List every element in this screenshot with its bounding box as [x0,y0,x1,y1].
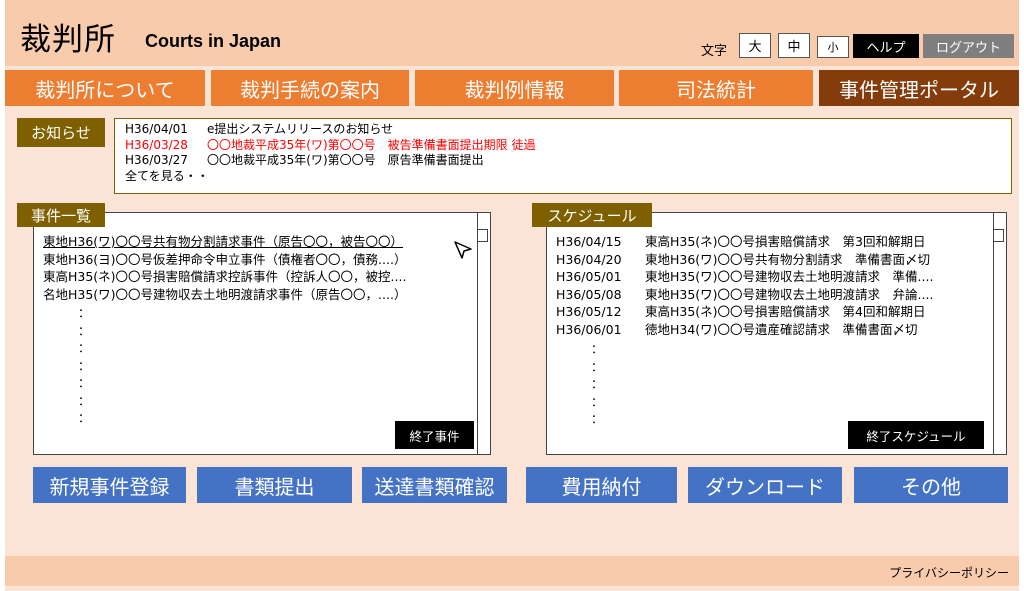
schedule-date: H36/06/01 [556,321,622,337]
schedule-item[interactable]: H36/06/01 徳地H34(ワ)〇〇号遺産確認請求 準備書面〆切 [556,321,994,339]
site-footer: プライバシーポリシー [5,556,1019,586]
notice-label: お知らせ [17,118,105,147]
case-list-panel: 東地H36(ワ)〇〇号共有物分割請求事件（原告〇〇，被告〇〇） 東地H36(ヨ)… [33,212,491,455]
nav-item-case-portal[interactable]: 事件管理ポータル [819,70,1019,106]
schedule-text: 東高H35(ネ)〇〇号損害賠償請求 第3回和解期日 [645,234,926,249]
schedule-text: 東高H35(ネ)〇〇号損害賠償請求 第4回和解期日 [645,304,926,319]
schedule-item[interactable]: H36/04/20 東地H36(ワ)〇〇号共有物分割請求 準備書面〆切 [556,251,994,269]
schedule-scrollbar[interactable] [993,213,1004,454]
notice-see-all-link[interactable]: 全てを見る・・ [125,169,1001,185]
schedule-text: 徳地H34(ワ)〇〇号遺産確認請求 準備書面〆切 [645,321,918,337]
font-size-large-button[interactable]: 大 [739,33,771,58]
site-title[interactable]: 裁判所 [20,14,116,59]
schedule-list-ellipsis: ：：：：： [591,342,604,426]
closed-cases-button[interactable]: 終了事件 [395,421,474,449]
case-list-item[interactable]: 東高H35(ネ)〇〇号損害賠償請求控訴事件（控訴人〇〇，被控.... [43,268,478,286]
schedule-date: H36/04/20 [556,251,622,267]
notice-item[interactable]: H36/04/01 e提出システムリリースのお知らせ [125,122,1001,138]
logout-button[interactable]: ログアウト [923,34,1014,58]
nav-item-about[interactable]: 裁判所について [5,70,205,106]
schedule-list: H36/04/15 東高H35(ネ)〇〇号損害賠償請求 第3回和解期日 H36/0… [556,233,994,338]
case-list-scrollbar[interactable] [477,213,488,454]
schedule-item[interactable]: H36/05/01 東地H35(ワ)〇〇号建物収去土地明渡請求 準備.... [556,268,994,286]
notice-text: 〇〇地裁平成35年(ワ)第〇〇号 被告準備書面提出期限 徒過 [207,137,536,152]
site-header: 裁判所 Courts in Japan 文字 大 中 小 ヘルプ ログアウト [5,0,1019,66]
notice-date: H36/03/28 [125,137,188,152]
notice-item-alert[interactable]: H36/03/28 〇〇地裁平成35年(ワ)第〇〇号 被告準備書面提出期限 徒過 [125,138,1001,154]
case-list: 東地H36(ワ)〇〇号共有物分割請求事件（原告〇〇，被告〇〇） 東地H36(ヨ)… [43,233,478,303]
new-case-button[interactable]: 新規事件登録 [33,467,186,503]
scroll-thumb[interactable] [993,229,1004,242]
schedule-item[interactable]: H36/05/12 東高H35(ネ)〇〇号損害賠償請求 第4回和解期日 [556,303,994,321]
schedule-date: H36/04/15 [556,234,622,249]
nav-item-case-law[interactable]: 裁判例情報 [415,70,614,106]
nav-item-statistics[interactable]: 司法統計 [619,70,813,106]
schedule-panel: H36/04/15 東高H35(ネ)〇〇号損害賠償請求 第3回和解期日 H36/0… [546,212,1007,455]
case-list-ellipsis: ：：：：：：： [78,306,91,425]
schedule-text: 東地H35(ワ)〇〇号建物収去土地明渡請求 弁論.... [645,286,934,302]
notice-text: e提出システムリリースのお知らせ [207,122,394,136]
schedule-item[interactable]: H36/05/08 東地H35(ワ)〇〇号建物収去土地明渡請求 弁論.... [556,286,994,304]
schedule-item[interactable]: H36/04/15 東高H35(ネ)〇〇号損害賠償請求 第3回和解期日 [556,233,994,251]
notice-box: H36/04/01 e提出システムリリースのお知らせ H36/03/28 〇〇地裁平… [114,118,1012,194]
notice-date: H36/04/01 [125,122,188,136]
download-button[interactable]: ダウンロード [688,467,842,503]
schedule-text: 東地H36(ワ)〇〇号共有物分割請求 準備書面〆切 [645,251,931,267]
other-button[interactable]: その他 [854,467,1008,503]
notice-date: H36/03/27 [125,153,188,167]
schedule-date: H36/05/08 [556,286,622,302]
delivery-check-button[interactable]: 送達書類確認 [362,467,507,503]
case-list-item[interactable]: 名地H35(ワ)〇〇号建物収去土地明渡請求事件（原告〇〇，....） [43,286,478,304]
site-subtitle: Courts in Japan [145,31,282,51]
case-list-label: 事件一覧 [17,203,105,227]
schedule-text: 東地H35(ワ)〇〇号建物収去土地明渡請求 準備.... [645,269,934,284]
scroll-thumb[interactable] [477,229,488,242]
font-size-medium-button[interactable]: 中 [778,33,810,58]
help-button[interactable]: ヘルプ [853,34,919,58]
fee-payment-button[interactable]: 費用納付 [526,467,677,503]
schedule-date: H36/05/12 [556,304,622,319]
mouse-cursor-icon [454,241,472,259]
privacy-policy-link[interactable]: プライバシーポリシー [889,564,1009,581]
notice-item[interactable]: H36/03/27 〇〇地裁平成35年(ワ)第〇〇号 原告準備書面提出 [125,153,1001,169]
notice-text: 〇〇地裁平成35年(ワ)第〇〇号 原告準備書面提出 [207,153,484,167]
page-frame: 裁判所 Courts in Japan 文字 大 中 小 ヘルプ ログアウト 裁… [5,0,1019,591]
font-size-label: 文字 [701,44,728,59]
font-size-small-button[interactable]: 小 [817,36,849,58]
nav-item-procedures[interactable]: 裁判手続の案内 [211,70,409,106]
case-list-item[interactable]: 東地H36(ワ)〇〇号共有物分割請求事件（原告〇〇，被告〇〇） [43,233,478,251]
schedule-label: スケジュール [532,203,652,227]
schedule-date: H36/05/01 [556,269,622,284]
closed-schedule-button[interactable]: 終了スケジュール [848,421,984,449]
submit-documents-button[interactable]: 書類提出 [197,467,352,503]
case-list-item[interactable]: 東地H36(ヨ)〇〇号仮差押命令申立事件（債権者〇〇，債務....） [43,251,478,269]
